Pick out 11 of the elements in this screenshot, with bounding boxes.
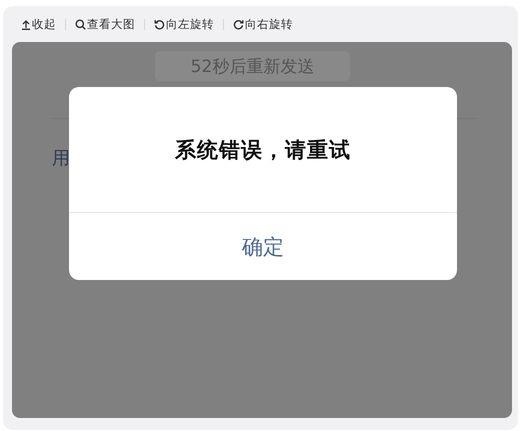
field-label: 用 (52, 149, 70, 169)
upload-icon (21, 18, 31, 30)
toolbar-button[interactable]: 查看大图 (75, 16, 135, 32)
dialog-message: 系统错误，请重试 (175, 136, 351, 164)
toolbar-button[interactable]: 收起 (21, 16, 56, 32)
toolbar-button[interactable]: 向右旋转 (233, 16, 293, 32)
rotate-right-icon (233, 18, 244, 30)
search-icon (75, 18, 86, 30)
confirm-button[interactable]: 确定 (69, 213, 457, 280)
rotate-left-icon (154, 18, 165, 30)
toolbar-button[interactable]: 向左旋转 (154, 16, 214, 32)
